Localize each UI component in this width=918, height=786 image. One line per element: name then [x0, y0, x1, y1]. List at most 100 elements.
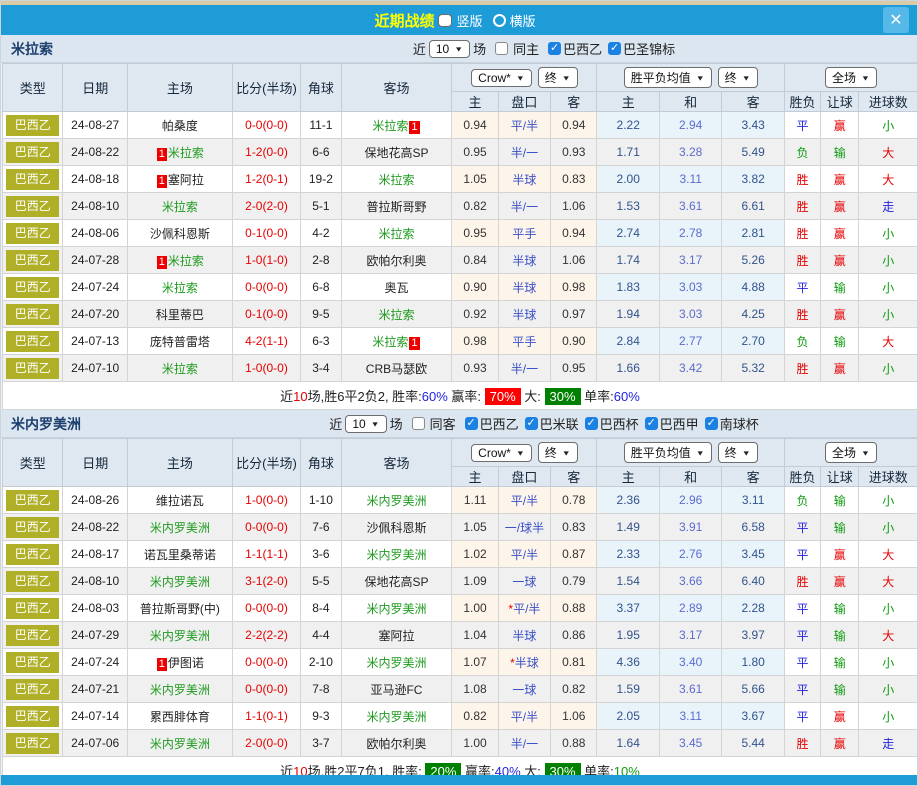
date-cell: 24-07-21: [63, 676, 127, 703]
col-home: 主场: [127, 439, 232, 487]
home-odds-cell: 0.95: [452, 220, 498, 247]
match-row: 巴西乙24-07-20科里蒂巴0-1(0-0)9-5米拉索0.92半球0.971…: [3, 301, 918, 328]
avg-odds-cell: 3.43: [722, 112, 784, 139]
match-count-select[interactable]: 10▼: [345, 415, 386, 433]
score-cell: 0-0(0-0): [232, 676, 301, 703]
radio-vertical-label[interactable]: 竖版: [456, 11, 482, 30]
same-venue-checkbox[interactable]: [412, 417, 425, 430]
avg-odds-select[interactable]: 胜平负均值▼: [624, 67, 712, 88]
avg-odds-cell: 3.37: [597, 595, 659, 622]
home-odds-cell: 0.82: [452, 703, 498, 730]
league-label[interactable]: 南球杯: [720, 414, 759, 433]
result-cell: 负: [784, 328, 820, 355]
league-checkbox[interactable]: ✓: [705, 417, 718, 430]
league-checkbox[interactable]: ✓: [525, 417, 538, 430]
league-type-cell: 巴西乙: [3, 541, 63, 568]
date-cell: 24-07-20: [63, 301, 127, 328]
handicap-result-cell: 赢: [821, 541, 859, 568]
league-label[interactable]: 巴圣锦标: [623, 39, 675, 58]
summary-text: 60%: [614, 389, 640, 404]
league-type-cell: 巴西乙: [3, 649, 63, 676]
team-name: 米拉索: [11, 39, 181, 59]
league-filter-group: ✓巴西乙✓巴圣锦标: [542, 39, 675, 58]
league-label[interactable]: 巴西杯: [600, 414, 639, 433]
avg-odds-cell: 2.76: [659, 541, 721, 568]
goals-result-cell: 走: [859, 193, 918, 220]
league-checkbox[interactable]: ✓: [645, 417, 658, 430]
league-checkbox[interactable]: ✓: [465, 417, 478, 430]
radio-vertical-layout[interactable]: [438, 14, 452, 27]
score-cell: 0-1(0-0): [232, 301, 301, 328]
league-label[interactable]: 巴米联: [540, 414, 579, 433]
corner-cell: 4-4: [301, 622, 341, 649]
result-cell: 平: [784, 541, 820, 568]
team-cell: 塞阿拉: [341, 622, 452, 649]
match-row: 巴西乙24-08-03普拉斯哥野(中)0-0(0-0)8-4米内罗美洲1.00*…: [3, 595, 918, 622]
avg-odds-cell: 1.64: [597, 730, 659, 757]
radio-horizontal-layout[interactable]: [493, 14, 506, 27]
league-checkbox[interactable]: ✓: [585, 417, 598, 430]
team-cell: 米拉索: [341, 166, 452, 193]
team-cell: 米拉索: [341, 301, 452, 328]
avg-odds-cell: 1.94: [597, 301, 659, 328]
close-button[interactable]: ✕: [883, 7, 909, 33]
avg-time-select[interactable]: 终▼: [718, 442, 758, 463]
score-cell: 1-1(0-1): [232, 703, 301, 730]
date-cell: 24-08-10: [63, 568, 127, 595]
league-checkbox[interactable]: ✓: [608, 42, 621, 55]
league-type-cell: 巴西乙: [3, 622, 63, 649]
field-label: 场: [390, 414, 403, 433]
home-odds-cell: 1.00: [452, 595, 498, 622]
away-odds-cell: 0.93: [551, 139, 597, 166]
result-cell: 平: [784, 274, 820, 301]
avg-time-select[interactable]: 终▼: [718, 67, 758, 88]
avg-odds-cell: 5.44: [722, 730, 784, 757]
away-odds-cell: 1.06: [551, 193, 597, 220]
date-cell: 24-08-17: [63, 541, 127, 568]
team-cell: 米拉索: [341, 220, 452, 247]
odds-time-select[interactable]: 终▼: [538, 67, 578, 88]
period-select[interactable]: 全场▼: [825, 67, 877, 88]
subcol-handicap-result: 让球: [821, 467, 859, 487]
same-venue-label[interactable]: 同客: [430, 414, 456, 433]
league-label[interactable]: 巴西乙: [563, 39, 602, 58]
handicap-cell: 一球: [498, 676, 550, 703]
chevron-down-icon: ▼: [861, 449, 870, 457]
filter-controls: 近 10▼ 场 同主 ✓巴西乙✓巴圣锦标: [181, 39, 907, 58]
odds-source-select[interactable]: Crow*▼: [471, 444, 532, 462]
away-odds-cell: 0.81: [551, 649, 597, 676]
handicap-result-cell: 输: [821, 595, 859, 622]
avg-odds-select[interactable]: 胜平负均值▼: [624, 442, 712, 463]
red-card-badge: 1: [157, 658, 167, 671]
match-count-select[interactable]: 10▼: [429, 40, 470, 58]
odds-source-select[interactable]: Crow*▼: [471, 69, 532, 87]
result-cell: 平: [784, 622, 820, 649]
section-header: 米拉索 近 10▼ 场 同主 ✓巴西乙✓巴圣锦标: [1, 35, 917, 63]
title-bar: 近期战绩 竖版 横版 ✕: [1, 5, 917, 35]
summary-text: 场,胜6平2负2, 胜率:: [308, 389, 422, 404]
same-venue-checkbox[interactable]: [495, 42, 508, 55]
chevron-down-icon: ▼: [562, 449, 571, 457]
match-row: 巴西乙24-07-29米内罗美洲2-2(2-2)4-4塞阿拉1.04半球0.86…: [3, 622, 918, 649]
team-cell: 维拉诺瓦: [127, 487, 232, 514]
away-odds-cell: 0.88: [551, 595, 597, 622]
score-cell: 0-0(0-0): [232, 112, 301, 139]
avg-odds-cell: 2.74: [597, 220, 659, 247]
section-summary: 近10场,胜6平2负2, 胜率:60% 赢率: 70% 大: 30% 单率:60…: [3, 382, 918, 410]
home-odds-cell: 1.02: [452, 541, 498, 568]
handicap-result-cell: 赢: [821, 703, 859, 730]
period-header: 全场▼: [784, 64, 917, 92]
same-venue-label[interactable]: 同主: [513, 39, 539, 58]
avg-odds-cell: 3.45: [659, 730, 721, 757]
avg-odds-cell: 4.25: [722, 301, 784, 328]
result-cell: 胜: [784, 355, 820, 382]
league-checkbox[interactable]: ✓: [548, 42, 561, 55]
radio-horizontal-label[interactable]: 横版: [510, 11, 536, 30]
league-label[interactable]: 巴西甲: [660, 414, 699, 433]
avg-odds-cell: 3.17: [659, 622, 721, 649]
period-select[interactable]: 全场▼: [825, 442, 877, 463]
subcol-home-odds: 主: [452, 467, 498, 487]
league-label[interactable]: 巴西乙: [480, 414, 519, 433]
odds-time-select[interactable]: 终▼: [538, 442, 578, 463]
league-type-cell: 巴西乙: [3, 328, 63, 355]
